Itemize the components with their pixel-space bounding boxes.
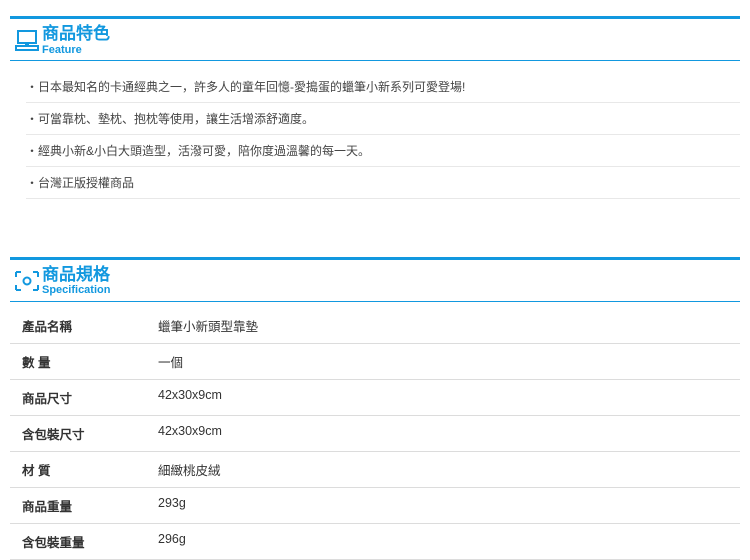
spec-row: 材 質 細緻桃皮絨 xyxy=(10,452,740,488)
feature-title-zh: 商品特色 xyxy=(42,25,110,44)
spec-value: 42x30x9cm xyxy=(150,416,740,451)
section-feature: 商品特色 Feature ・日本最知名的卡通經典之一，許多人的童年回憶-愛搗蛋的… xyxy=(10,16,740,207)
spec-row: 商品重量 293g xyxy=(10,488,740,524)
spec-row: 含包裝尺寸 42x30x9cm xyxy=(10,416,740,452)
spec-label: 含包裝重量 xyxy=(10,524,150,559)
feature-item: ・台灣正版授權商品 xyxy=(26,167,740,199)
section-spec: 商品規格 Specification 產品名稱 蠟筆小新頭型靠墊 數 量 一個 … xyxy=(10,257,740,560)
spec-label: 商品重量 xyxy=(10,488,150,523)
section-gap xyxy=(0,207,750,241)
spec-label: 商品尺寸 xyxy=(10,380,150,415)
spec-value: 細緻桃皮絨 xyxy=(150,452,740,487)
spec-row: 產品名稱 蠟筆小新頭型靠墊 xyxy=(10,308,740,344)
feature-title-block: 商品特色 Feature xyxy=(42,25,110,56)
spec-value: 296g xyxy=(150,524,740,559)
spec-header: 商品規格 Specification xyxy=(10,257,740,302)
feature-item: ・日本最知名的卡通經典之一，許多人的童年回憶-愛搗蛋的蠟筆小新系列可愛登場! xyxy=(26,71,740,103)
spec-value: 293g xyxy=(150,488,740,523)
spec-row: 含包裝重量 296g xyxy=(10,524,740,560)
spec-title-block: 商品規格 Specification xyxy=(42,266,110,297)
spec-label: 材 質 xyxy=(10,452,150,487)
spec-value: 一個 xyxy=(150,344,740,379)
feature-icon xyxy=(12,27,42,53)
feature-header: 商品特色 Feature xyxy=(10,16,740,61)
camera-icon xyxy=(12,270,42,292)
spec-value: 蠟筆小新頭型靠墊 xyxy=(150,308,740,343)
feature-item: ・經典小新&小白大頭造型，活潑可愛，陪你度過溫馨的每一天。 xyxy=(26,135,740,167)
spec-title-en: Specification xyxy=(42,284,110,296)
spec-label: 數 量 xyxy=(10,344,150,379)
feature-list: ・日本最知名的卡通經典之一，許多人的童年回憶-愛搗蛋的蠟筆小新系列可愛登場! ・… xyxy=(10,61,740,207)
spec-title-zh: 商品規格 xyxy=(42,266,110,285)
spec-label: 含包裝尺寸 xyxy=(10,416,150,451)
spec-value: 42x30x9cm xyxy=(150,380,740,415)
feature-item: ・可當靠枕、墊枕、抱枕等使用，讓生活增添舒適度。 xyxy=(26,103,740,135)
spec-row: 數 量 一個 xyxy=(10,344,740,380)
spec-row: 商品尺寸 42x30x9cm xyxy=(10,380,740,416)
spec-label: 產品名稱 xyxy=(10,308,150,343)
feature-title-en: Feature xyxy=(42,44,110,56)
spec-table: 產品名稱 蠟筆小新頭型靠墊 數 量 一個 商品尺寸 42x30x9cm 含包裝尺… xyxy=(10,308,740,560)
